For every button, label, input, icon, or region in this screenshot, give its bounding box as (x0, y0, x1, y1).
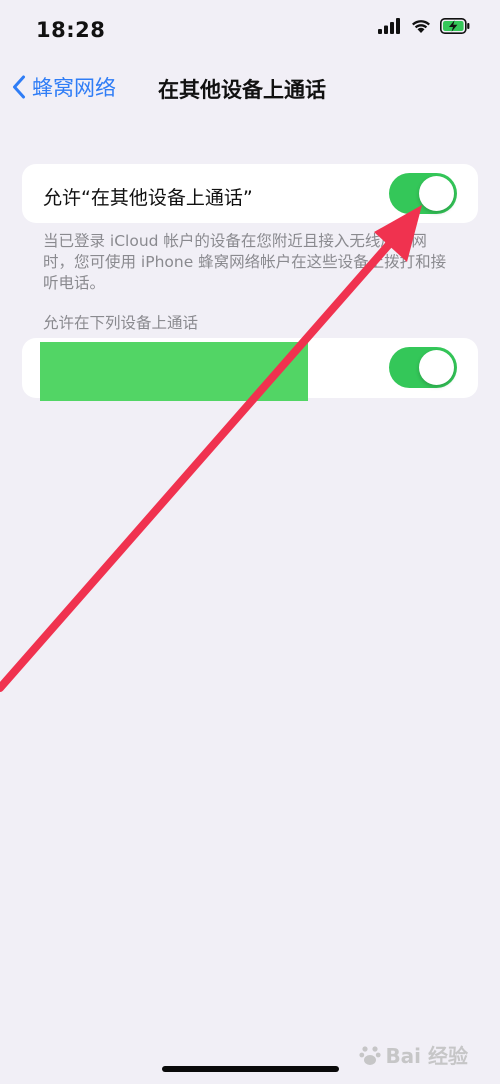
page-title: 在其他设备上通话 (158, 78, 326, 102)
device-toggle[interactable] (389, 347, 457, 388)
chevron-left-icon (13, 75, 25, 99)
wifi-icon (412, 20, 430, 33)
annotation-arrow (0, 205, 422, 692)
device-list-group (22, 338, 478, 401)
navigation-bar: 蜂窝网络 在其他设备上通话 (0, 68, 500, 112)
calls-on-other-devices-toggle[interactable] (389, 173, 457, 214)
back-button-label: 蜂窝网络 (32, 76, 116, 100)
toggle-knob (419, 176, 454, 211)
back-button[interactable]: 蜂窝网络 (12, 72, 116, 102)
watermark-text: Bai 经验 (385, 1044, 468, 1068)
signal-icon (378, 18, 400, 34)
toggle-knob (419, 350, 454, 385)
calls-on-other-devices-group: 允许“在其他设备上通话” (22, 164, 478, 223)
status-bar: 18:28 (0, 0, 500, 60)
redacted-device-name (40, 342, 308, 401)
devices-section-header: 允许在下列设备上通话 (43, 314, 199, 332)
battery-charging-icon (440, 18, 470, 34)
paw-logo-icon (359, 1045, 382, 1065)
status-icons (378, 18, 470, 34)
home-indicator[interactable] (162, 1066, 339, 1072)
status-time: 18:28 (36, 18, 106, 42)
calls-on-other-devices-label: 允许“在其他设备上通话” (43, 187, 253, 209)
calls-footer-description: 当已登录 iCloud 帐户的设备在您附近且接入无线局域网时，您可使用 iPho… (43, 232, 447, 292)
watermark: Bai 经验 (359, 1040, 468, 1069)
